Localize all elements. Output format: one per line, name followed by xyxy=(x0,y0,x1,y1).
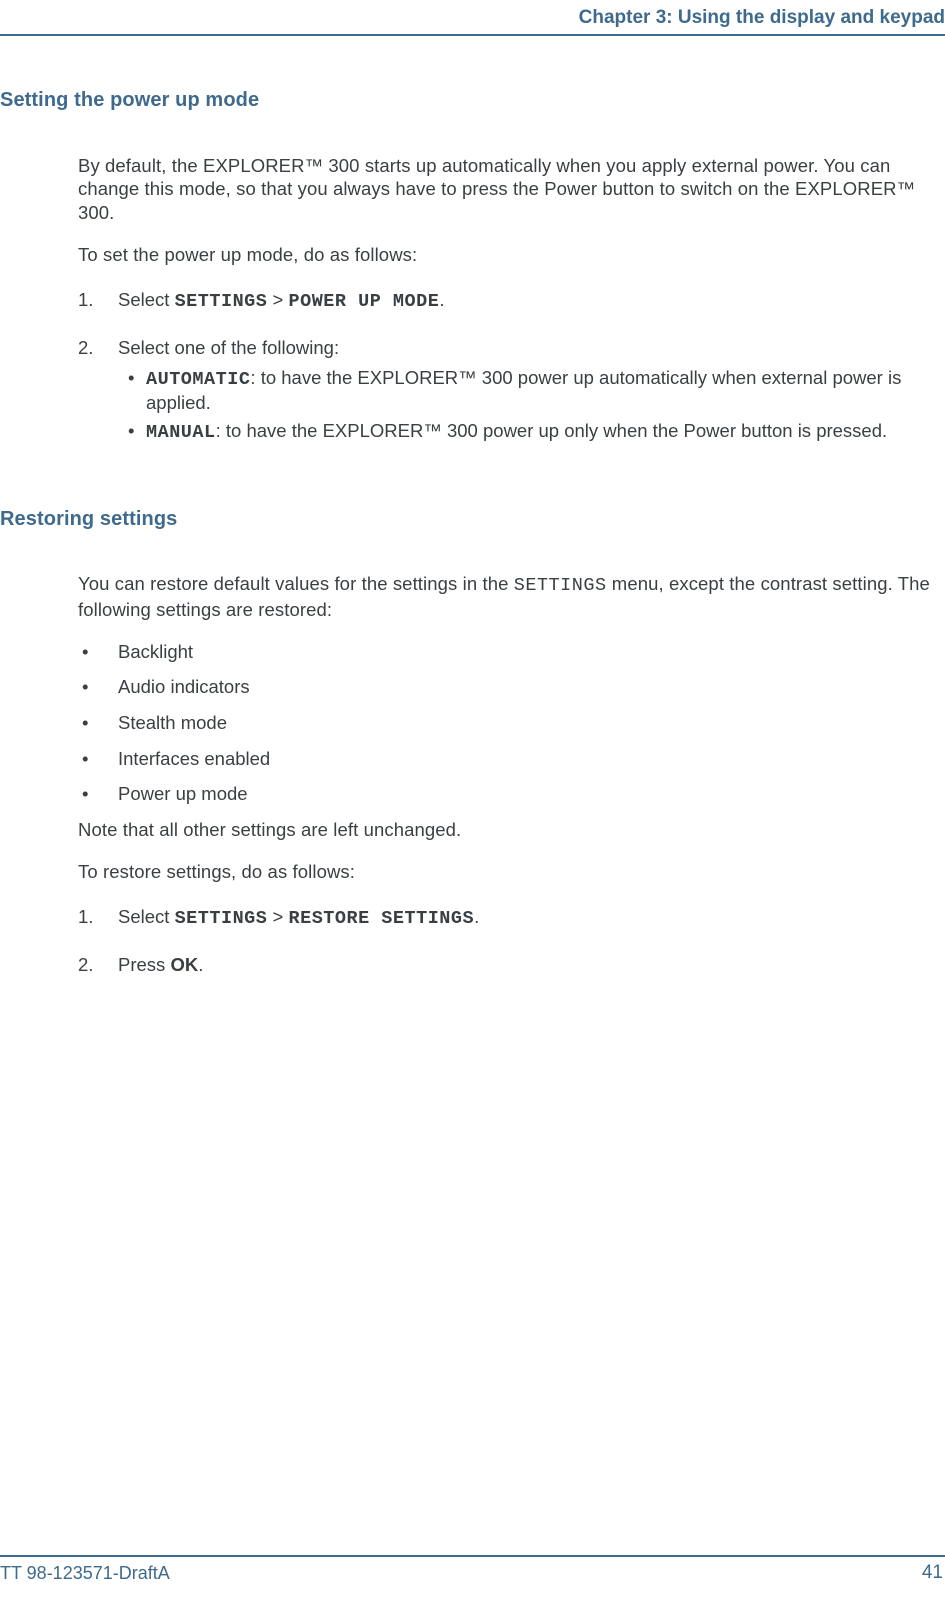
list-item: Stealth mode xyxy=(78,711,932,735)
step1-sep: > xyxy=(267,289,288,310)
section1-p1: By default, the EXPLORER™ 300 starts up … xyxy=(78,154,932,225)
section2-p3: To restore settings, do as follows: xyxy=(78,860,932,884)
step-num: 1. xyxy=(78,288,93,312)
list-item: Audio indicators xyxy=(78,675,932,699)
list-item: Backlight xyxy=(78,640,932,664)
s2step1-code1: SETTINGS xyxy=(175,908,268,929)
section-heading-restoring: Restoring settings xyxy=(0,507,932,533)
step2-intro: Select one of the following: xyxy=(118,337,339,358)
footer-page-number: 41 xyxy=(922,1561,943,1585)
step1-tail: . xyxy=(439,289,444,310)
sub-code: AUTOMATIC xyxy=(146,369,250,390)
section2-bullets: Backlight Audio indicators Stealth mode … xyxy=(78,640,932,806)
section2-step2: 2. Press OK. xyxy=(78,953,932,977)
s2step1-sep: > xyxy=(267,906,288,927)
s2step1-code2: RESTORE SETTINGS xyxy=(288,908,474,929)
footer-doc-id: TT 98-123571-DraftA xyxy=(0,1562,170,1585)
section2-p1: You can restore default values for the s… xyxy=(78,572,932,621)
step1-code1: SETTINGS xyxy=(175,291,268,312)
s2step2-tail: . xyxy=(198,954,203,975)
step-num: 1. xyxy=(78,905,93,929)
section2-body: You can restore default values for the s… xyxy=(78,572,932,976)
sub-item: MANUAL: to have the EXPLORER™ 300 power … xyxy=(122,419,932,445)
header-rule xyxy=(0,34,945,36)
sub-code: MANUAL xyxy=(146,422,216,443)
page: Chapter 3: Using the display and keypad … xyxy=(0,0,945,1599)
sub-item: AUTOMATIC: to have the EXPLORER™ 300 pow… xyxy=(122,366,932,415)
section2-steps: 1. Select SETTINGS > RESTORE SETTINGS. 2… xyxy=(78,905,932,976)
section-heading-power-up: Setting the power up mode xyxy=(0,88,932,114)
section1-step2: 2. Select one of the following: AUTOMATI… xyxy=(78,336,932,445)
section2-p2: Note that all other settings are left un… xyxy=(78,818,932,842)
chapter-title: Chapter 3: Using the display and keypad xyxy=(579,6,945,30)
list-item: Interfaces enabled xyxy=(78,747,932,771)
footer-rule xyxy=(0,1555,945,1557)
step1-code2: POWER UP MODE xyxy=(288,291,439,312)
sub-rest: : to have the EXPLORER™ 300 power up aut… xyxy=(146,367,901,414)
step-num: 2. xyxy=(78,953,93,977)
step1-lead: Select xyxy=(118,289,175,310)
s2step2-lead: Press xyxy=(118,954,170,975)
section1-body: By default, the EXPLORER™ 300 starts up … xyxy=(78,154,932,445)
section1-steps: 1. Select SETTINGS > POWER UP MODE. 2. S… xyxy=(78,288,932,444)
sub-rest: : to have the EXPLORER™ 300 power up onl… xyxy=(216,420,888,441)
section2-step1: 1. Select SETTINGS > RESTORE SETTINGS. xyxy=(78,905,932,931)
s2step1-lead: Select xyxy=(118,906,175,927)
step-num: 2. xyxy=(78,336,93,360)
p1-a: You can restore default values for the s… xyxy=(78,573,514,594)
p1-code: SETTINGS xyxy=(514,575,607,596)
step2-sublist: AUTOMATIC: to have the EXPLORER™ 300 pow… xyxy=(122,366,932,445)
content: Setting the power up mode By default, th… xyxy=(0,88,932,999)
s2step2-bold: OK xyxy=(170,954,198,975)
s2step1-tail: . xyxy=(474,906,479,927)
section1-p2: To set the power up mode, do as follows: xyxy=(78,243,932,267)
section1-step1: 1. Select SETTINGS > POWER UP MODE. xyxy=(78,288,932,314)
list-item: Power up mode xyxy=(78,782,932,806)
